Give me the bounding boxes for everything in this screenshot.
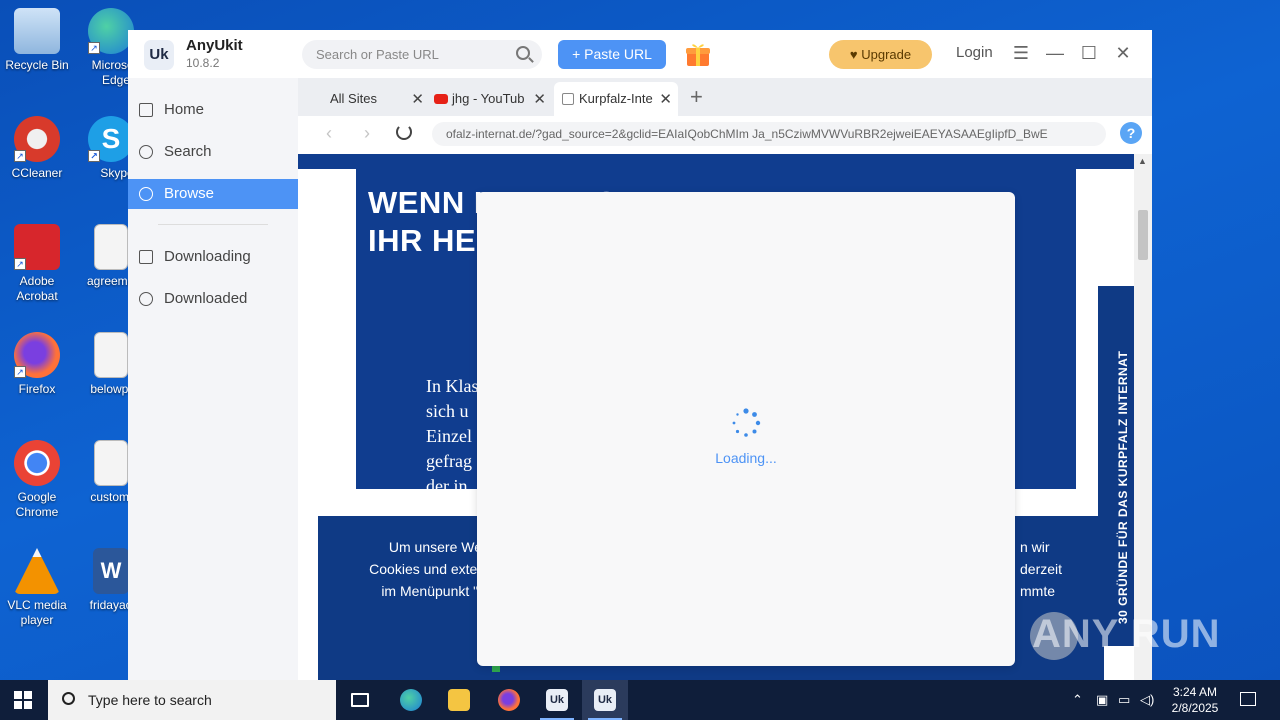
close-icon[interactable]: ✕: [411, 90, 424, 108]
sidebar-item-downloaded[interactable]: Downloaded: [128, 284, 298, 314]
close-icon[interactable]: ✕: [533, 90, 546, 108]
taskbar-anyukit-icon[interactable]: Uk: [534, 680, 580, 720]
app-name: AnyUkit: [186, 37, 243, 54]
sidebar-divider: [158, 224, 268, 225]
sidebar-item-search[interactable]: Search: [128, 137, 298, 167]
home-icon: [139, 103, 153, 117]
compass-icon: [139, 187, 153, 201]
cookie-text-right: n wir derzeit mmte: [1020, 539, 1063, 599]
menu-icon[interactable]: ☰: [1010, 42, 1032, 64]
desktop-icon-chrome[interactable]: Google Chrome: [0, 440, 74, 520]
address-bar: ‹ › ofalz-internat.de/?gad_source=2&gcli…: [298, 116, 1152, 154]
download-icon: [139, 250, 153, 264]
windows-start-icon[interactable]: [14, 691, 32, 709]
taskbar-edge-icon[interactable]: [388, 680, 434, 720]
image-file-icon: [94, 332, 128, 378]
loading-text: Loading...: [715, 450, 777, 466]
login-button[interactable]: Login: [956, 44, 993, 61]
app-logo: Uk: [144, 40, 174, 70]
recycle-bin-icon: [14, 8, 60, 54]
close-icon[interactable]: ✕: [1112, 42, 1134, 64]
maximize-icon[interactable]: ☐: [1078, 42, 1100, 64]
loading-modal: Loading...: [477, 192, 1015, 666]
volume-icon[interactable]: ◁): [1140, 692, 1154, 708]
check-circle-icon: [139, 292, 153, 306]
help-icon[interactable]: ?: [1120, 122, 1142, 144]
back-icon[interactable]: ‹: [326, 123, 332, 144]
gift-icon[interactable]: [684, 40, 712, 68]
task-view-icon[interactable]: [337, 680, 383, 720]
show-hidden-icons-icon[interactable]: ⌃: [1072, 692, 1083, 708]
scroll-up-icon[interactable]: ▲: [1138, 156, 1147, 166]
device-icon[interactable]: ▣: [1096, 692, 1108, 708]
network-icon[interactable]: ▭: [1118, 692, 1130, 708]
desktop-icon-vlc[interactable]: VLC media player: [0, 548, 74, 628]
app-version: 10.8.2: [186, 56, 220, 70]
minimize-icon[interactable]: —: [1044, 42, 1066, 64]
tab-bar: All Sites ✕ jhg - YouTub ✕ Kurpfalz-Inte…: [298, 78, 1152, 116]
desktop-icon-acrobat[interactable]: ↗ Adobe Acrobat: [0, 224, 74, 304]
ccleaner-icon: ↗: [14, 116, 60, 162]
taskbar-explorer-icon[interactable]: [436, 680, 482, 720]
chrome-icon: [14, 440, 60, 486]
taskbar-firefox-icon[interactable]: [486, 680, 532, 720]
forward-icon[interactable]: ›: [364, 123, 370, 144]
notifications-icon[interactable]: [1240, 692, 1256, 706]
taskbar: Type here to search Uk Uk ⌃ ▣ ▭ ◁) 3:24 …: [0, 680, 1280, 720]
search-icon: [139, 145, 153, 159]
firefox-icon: ↗: [14, 332, 60, 378]
tab-all-sites[interactable]: All Sites ✕: [320, 82, 430, 116]
cookie-text-left: Um unsere We Cookies und exter im Menüpu…: [369, 539, 482, 599]
search-input[interactable]: Search or Paste URL: [302, 40, 542, 69]
close-icon[interactable]: ✕: [659, 90, 672, 108]
upgrade-button[interactable]: ♥ Upgrade: [829, 40, 932, 69]
spinner-icon: [732, 408, 761, 437]
search-icon: [62, 692, 75, 705]
tab-kurpfalz[interactable]: Kurpfalz-Inte ✕: [554, 82, 678, 116]
site-favicon-icon: [562, 93, 574, 105]
sidebar: Home Search Browse Downloading Downloade…: [128, 78, 298, 680]
watermark: ANY RUN: [1032, 612, 1221, 656]
desktop-icon-ccleaner[interactable]: ↗ CCleaner: [0, 116, 74, 181]
image-file-icon: [94, 440, 128, 486]
sidebar-item-downloading[interactable]: Downloading: [128, 242, 298, 272]
paste-url-button[interactable]: + Paste URL: [558, 40, 666, 69]
youtube-icon: [434, 94, 448, 104]
word-doc-icon: W: [93, 548, 129, 594]
clock[interactable]: 3:24 AM 2/8/2025: [1160, 684, 1230, 716]
scroll-thumb[interactable]: [1138, 210, 1148, 260]
vlc-icon: [14, 548, 60, 594]
search-icon[interactable]: [516, 46, 530, 60]
taskbar-anyukit-active-icon[interactable]: Uk: [582, 680, 628, 720]
image-file-icon: [94, 224, 128, 270]
acrobat-icon: ↗: [14, 224, 60, 270]
taskbar-search-input[interactable]: Type here to search: [48, 680, 336, 720]
title-bar: Uk AnyUkit 10.8.2 Search or Paste URL + …: [128, 30, 1152, 78]
sidebar-item-browse[interactable]: Browse: [128, 179, 298, 209]
url-field[interactable]: ofalz-internat.de/?gad_source=2&gclid=EA…: [432, 122, 1106, 146]
side-banner-text: 30 GRÜNDE FÜR DAS KURPFALZ INTERNAT: [1116, 350, 1130, 624]
desktop-icon-recycle-bin[interactable]: Recycle Bin: [0, 8, 74, 73]
page-scrollbar[interactable]: ▲: [1134, 154, 1152, 680]
sidebar-item-home[interactable]: Home: [128, 95, 298, 125]
desktop-icon-firefox[interactable]: ↗ Firefox: [0, 332, 74, 397]
new-tab-icon[interactable]: +: [690, 84, 703, 110]
reload-icon[interactable]: [396, 124, 412, 140]
tab-youtube[interactable]: jhg - YouTub ✕: [426, 82, 552, 116]
anyukit-window: Uk AnyUkit 10.8.2 Search or Paste URL + …: [128, 30, 1152, 680]
page-header-strip: [298, 154, 1134, 169]
